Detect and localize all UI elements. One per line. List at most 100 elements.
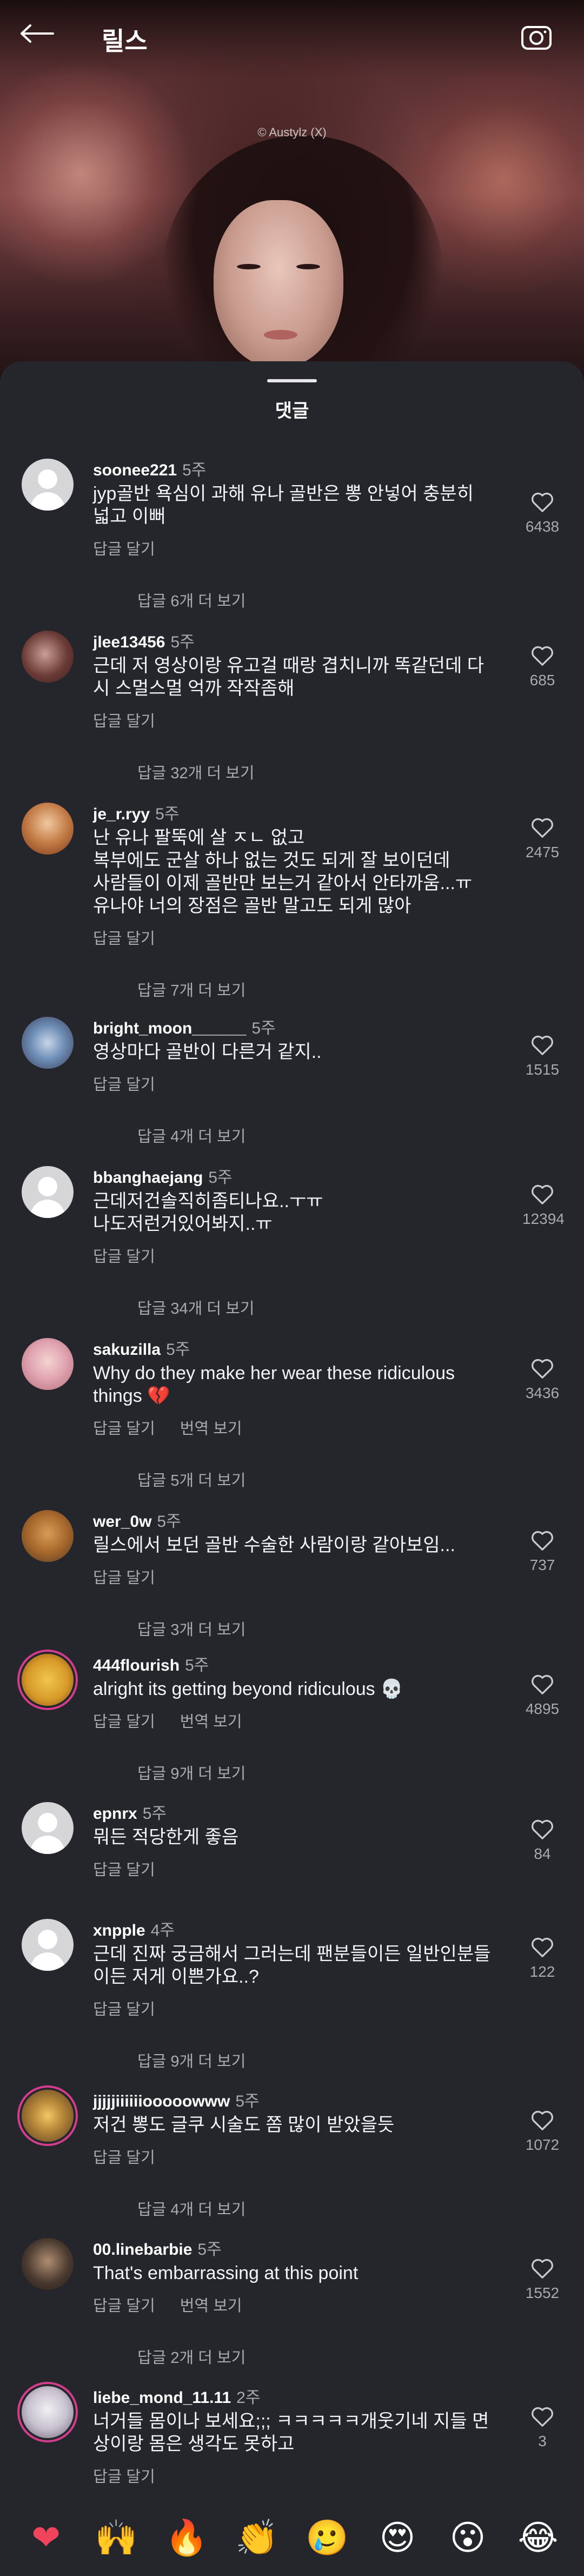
heart-icon[interactable] xyxy=(530,1818,554,1840)
view-replies-button[interactable]: 답글 5개 더 보기 xyxy=(137,1468,245,1491)
comment-username[interactable]: bright_moon______ xyxy=(93,1019,246,1037)
avatar[interactable] xyxy=(22,1338,74,1390)
view-replies-button[interactable]: 답글 2개 더 보기 xyxy=(137,2345,245,2368)
heart-icon[interactable] xyxy=(530,817,554,838)
avatar[interactable] xyxy=(22,803,74,855)
like-button[interactable]: 2475 xyxy=(522,817,562,861)
heart-icon[interactable] xyxy=(530,491,554,513)
avatar[interactable] xyxy=(22,1919,74,1971)
reply-button[interactable]: 답글 달기 xyxy=(93,1862,155,1879)
comment-username[interactable]: wer_0w xyxy=(93,1513,151,1531)
fire-emoji[interactable]: 🔥 xyxy=(160,2520,214,2555)
avatar[interactable] xyxy=(22,1017,74,1069)
avatar[interactable] xyxy=(22,1654,74,1706)
heart-icon[interactable] xyxy=(530,1529,554,1551)
like-button[interactable]: 3436 xyxy=(522,1357,562,1402)
view-replies-button[interactable]: 답글 4개 더 보기 xyxy=(137,1124,245,1147)
reply-button[interactable]: 답글 달기 xyxy=(93,1248,155,1266)
comment-username[interactable]: jlee13456 xyxy=(93,633,165,651)
heart-icon[interactable] xyxy=(530,1936,554,1958)
red-heart-emoji[interactable]: ❤ xyxy=(19,2520,73,2555)
avatar[interactable] xyxy=(22,1802,74,1854)
clapping-hands-emoji[interactable]: 👏 xyxy=(230,2520,284,2555)
comment-username[interactable]: 444flourish xyxy=(93,1657,180,1674)
avatar[interactable] xyxy=(22,2090,74,2142)
comment-username[interactable]: sakuzilla xyxy=(93,1341,161,1359)
heart-icon[interactable] xyxy=(530,1357,554,1379)
comment-age: 5주 xyxy=(182,461,207,479)
translate-button[interactable]: 번역 보기 xyxy=(180,1420,242,1438)
reply-button[interactable]: 답글 달기 xyxy=(93,1420,155,1438)
camera-icon[interactable] xyxy=(520,22,553,51)
translate-button[interactable]: 번역 보기 xyxy=(180,1713,242,1731)
like-button[interactable]: 685 xyxy=(522,645,562,689)
reply-button[interactable]: 답글 달기 xyxy=(93,713,155,730)
reply-button[interactable]: 답글 달기 xyxy=(93,1713,155,1731)
like-button[interactable]: 1552 xyxy=(522,2257,562,2302)
like-button[interactable]: 1072 xyxy=(522,2109,562,2154)
reply-button[interactable]: 답글 달기 xyxy=(93,2001,155,2018)
avatar[interactable] xyxy=(22,2386,74,2438)
avatar[interactable] xyxy=(22,631,74,683)
view-replies-button[interactable]: 답글 3개 더 보기 xyxy=(137,1617,245,1640)
comment-username[interactable]: bbanghaejang xyxy=(93,1169,203,1187)
like-button[interactable]: 122 xyxy=(522,1936,562,1981)
reply-button[interactable]: 답글 달기 xyxy=(93,2297,155,2315)
heart-icon[interactable] xyxy=(530,645,554,666)
reply-button[interactable]: 답글 달기 xyxy=(93,2149,155,2167)
like-button[interactable]: 4895 xyxy=(522,1673,562,1718)
like-button[interactable]: 737 xyxy=(522,1529,562,1574)
like-button[interactable]: 3 xyxy=(522,2406,562,2450)
like-count: 1072 xyxy=(525,2136,560,2153)
reply-button[interactable]: 답글 달기 xyxy=(93,930,155,948)
comment-username[interactable]: jjjjjiiiiiiooooowww xyxy=(93,2092,230,2110)
performer-eye xyxy=(296,264,320,269)
reply-button[interactable]: 답글 달기 xyxy=(93,1076,155,1094)
back-arrow-icon[interactable] xyxy=(19,24,55,43)
view-replies-button[interactable]: 답글 34개 더 보기 xyxy=(137,1296,255,1319)
comment-text: 난 유나 팔뚝에 살 ㅈㄴ 없고 복부에도 군살 하나 없는 것도 되게 잘 보… xyxy=(93,827,473,916)
comment-age: 5주 xyxy=(155,805,180,823)
comment-username[interactable]: epnrx xyxy=(93,1805,137,1823)
comment-age: 5주 xyxy=(251,1019,276,1037)
tears-of-joy-emoji[interactable]: 😂 xyxy=(511,2520,565,2555)
view-replies-button[interactable]: 답글 6개 더 보기 xyxy=(137,588,245,611)
heart-eyes-emoji[interactable]: 😍 xyxy=(370,2520,424,2555)
like-count: 12394 xyxy=(522,1210,565,1227)
heart-icon[interactable] xyxy=(530,2257,554,2279)
heart-icon[interactable] xyxy=(530,2109,554,2131)
heart-icon[interactable] xyxy=(530,1034,554,1056)
comment-username[interactable]: liebe_mond_11.11 xyxy=(93,2389,231,2407)
like-button[interactable]: 84 xyxy=(522,1818,562,1863)
comment-username[interactable]: soonee221 xyxy=(93,461,177,479)
view-replies-button[interactable]: 답글 4개 더 보기 xyxy=(137,2197,245,2220)
reply-button[interactable]: 답글 달기 xyxy=(93,541,155,558)
like-button[interactable]: 12394 xyxy=(522,1183,565,1228)
view-replies-button[interactable]: 답글 9개 더 보기 xyxy=(137,1761,245,1784)
comment-text: Why do they make her wear these ridiculo… xyxy=(93,1363,455,1406)
reply-button[interactable]: 답글 달기 xyxy=(93,1570,155,1587)
avatar[interactable] xyxy=(22,1166,74,1218)
heart-icon[interactable] xyxy=(530,1183,554,1205)
heart-icon[interactable] xyxy=(530,1673,554,1695)
view-replies-button[interactable]: 답글 32개 더 보기 xyxy=(137,760,255,783)
view-replies-button[interactable]: 답글 9개 더 보기 xyxy=(137,2049,245,2071)
comment-username[interactable]: je_r.ryy xyxy=(93,805,150,823)
sheet-drag-handle[interactable] xyxy=(267,379,317,382)
heart-icon[interactable] xyxy=(530,2406,554,2427)
avatar[interactable] xyxy=(22,1510,74,1562)
avatar[interactable] xyxy=(22,2238,74,2290)
comment-username[interactable]: xnpple xyxy=(93,1922,145,1939)
raised-hands-emoji[interactable]: 🙌 xyxy=(89,2520,143,2555)
comment-username[interactable]: 00.linebarbie xyxy=(93,2241,192,2259)
view-replies-button[interactable]: 답글 7개 더 보기 xyxy=(137,978,245,1001)
comment-age: 5주 xyxy=(235,2092,260,2110)
open-mouth-emoji[interactable]: 😮 xyxy=(441,2520,495,2555)
reply-button[interactable]: 답글 달기 xyxy=(93,2468,155,2486)
like-button[interactable]: 1515 xyxy=(522,1034,562,1078)
like-button[interactable]: 6438 xyxy=(522,491,562,535)
teary-smile-emoji[interactable]: 🥲 xyxy=(300,2520,354,2555)
comment-text: 저건 뽕도 글쿠 시술도 쫌 많이 받았을듯 xyxy=(93,2115,395,2135)
avatar[interactable] xyxy=(22,459,74,511)
translate-button[interactable]: 번역 보기 xyxy=(180,2297,242,2315)
